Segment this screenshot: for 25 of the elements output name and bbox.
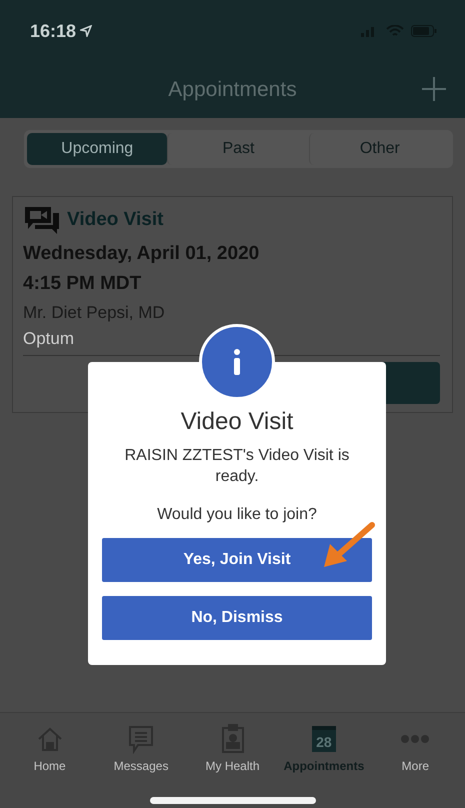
plus-icon bbox=[419, 74, 449, 104]
tab-bar-item[interactable]: My Health bbox=[186, 723, 278, 773]
home-icon bbox=[36, 725, 64, 753]
status-time: 16:18 bbox=[30, 20, 92, 42]
tab-bar-item[interactable]: Home bbox=[4, 723, 96, 773]
calendar-icon: 28 bbox=[312, 726, 336, 752]
more-icon bbox=[400, 734, 430, 744]
tab-bar-item[interactable]: Messages bbox=[95, 723, 187, 773]
message-icon bbox=[127, 724, 156, 754]
location-arrow-icon bbox=[80, 25, 92, 37]
header-title: Appointments bbox=[168, 78, 297, 102]
tab-bar-item[interactable]: More bbox=[370, 723, 462, 773]
appointment-date: Wednesday, April 01, 2020 bbox=[23, 243, 260, 265]
appointment-time: 4:15 PM MDT bbox=[23, 273, 142, 295]
clipboard-icon bbox=[220, 724, 245, 754]
dialog-question: Would you like to join? bbox=[157, 506, 317, 524]
dialog-message: RAISIN ZZTEST's Video Visit is ready. bbox=[124, 446, 350, 487]
info-icon bbox=[232, 348, 242, 376]
dialog-button[interactable]: No, Dismiss bbox=[102, 596, 372, 640]
dialog-title: Video Visit bbox=[180, 408, 294, 436]
appointment-type: Video Visit bbox=[67, 209, 164, 231]
dialog-button[interactable]: Yes, Join Visit bbox=[102, 538, 372, 582]
organization-name: Optum bbox=[23, 329, 76, 349]
segment-tab[interactable]: Upcoming bbox=[27, 133, 168, 165]
add-button[interactable] bbox=[419, 74, 449, 104]
